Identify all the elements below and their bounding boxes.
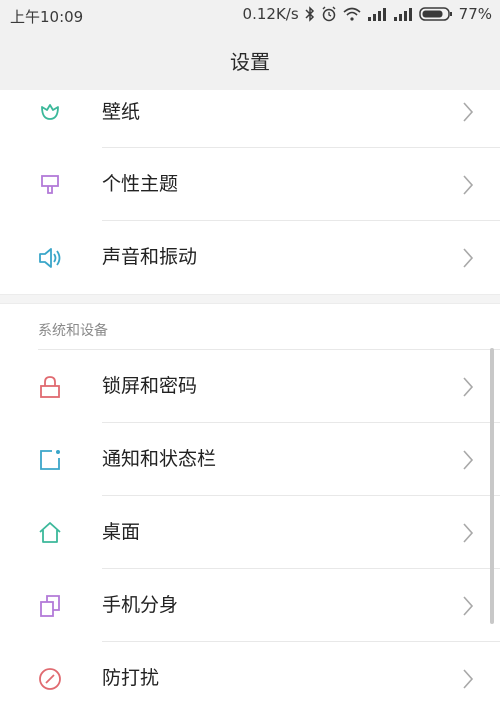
network-speed: 0.12K/s bbox=[242, 5, 299, 23]
do-not-disturb-icon bbox=[37, 666, 63, 692]
settings-item-label: 声音和振动 bbox=[102, 246, 198, 268]
lock-icon bbox=[37, 374, 63, 400]
status-time: 上午10:09 bbox=[10, 8, 84, 26]
wifi-icon bbox=[343, 7, 361, 21]
chevron-right-icon bbox=[463, 248, 474, 268]
signal-icon bbox=[393, 7, 413, 21]
settings-item-label: 个性主题 bbox=[102, 173, 179, 195]
settings-item-second-space[interactable]: 手机分身 bbox=[0, 569, 500, 642]
chevron-right-icon bbox=[463, 175, 474, 195]
alarm-icon bbox=[321, 6, 337, 22]
settings-item-label: 防打扰 bbox=[102, 667, 160, 689]
chevron-right-icon bbox=[463, 377, 474, 397]
settings-item-notifications[interactable]: 通知和状态栏 bbox=[0, 423, 500, 496]
settings-list: 壁纸 个性主题 声音和振动 系统和设备 锁屏和密码 通知和状态栏 桌面 手机分身… bbox=[0, 90, 500, 711]
chevron-right-icon bbox=[463, 669, 474, 689]
chevron-right-icon bbox=[463, 102, 474, 122]
section-title: 系统和设备 bbox=[38, 323, 108, 339]
status-bar: 上午10:09 0.12K/s 77% bbox=[0, 0, 500, 30]
section-gap bbox=[0, 294, 500, 304]
settings-item-sound[interactable]: 声音和振动 bbox=[0, 221, 500, 294]
chevron-right-icon bbox=[463, 450, 474, 470]
settings-item-wallpaper[interactable]: 壁纸 bbox=[0, 90, 500, 148]
dual-apps-icon bbox=[37, 593, 63, 619]
section-header: 系统和设备 bbox=[0, 304, 500, 350]
settings-item-label: 壁纸 bbox=[102, 101, 141, 123]
settings-item-theme[interactable]: 个性主题 bbox=[0, 148, 500, 221]
settings-item-label: 桌面 bbox=[102, 521, 141, 543]
settings-item-lock-screen[interactable]: 锁屏和密码 bbox=[0, 350, 500, 423]
settings-item-label: 通知和状态栏 bbox=[102, 448, 217, 470]
settings-item-do-not-disturb[interactable]: 防打扰 bbox=[0, 642, 500, 711]
page-title: 设置 bbox=[230, 49, 270, 74]
scrollbar[interactable] bbox=[490, 348, 494, 624]
speaker-icon bbox=[37, 245, 63, 271]
chevron-right-icon bbox=[463, 596, 474, 616]
settings-item-desktop[interactable]: 桌面 bbox=[0, 496, 500, 569]
battery-level: 77% bbox=[458, 5, 492, 23]
chevron-right-icon bbox=[463, 523, 474, 543]
battery-icon bbox=[418, 6, 453, 22]
settings-item-label: 锁屏和密码 bbox=[102, 375, 198, 397]
status-right: 0.12K/s 77% bbox=[243, 5, 492, 23]
wallpaper-icon bbox=[37, 99, 63, 125]
home-icon bbox=[37, 520, 63, 546]
bluetooth-icon bbox=[305, 6, 315, 22]
notification-icon bbox=[37, 447, 63, 473]
title-bar: 设置 bbox=[0, 30, 500, 90]
settings-item-label: 手机分身 bbox=[102, 594, 179, 616]
signal-icon bbox=[367, 7, 387, 21]
theme-brush-icon bbox=[37, 172, 63, 198]
